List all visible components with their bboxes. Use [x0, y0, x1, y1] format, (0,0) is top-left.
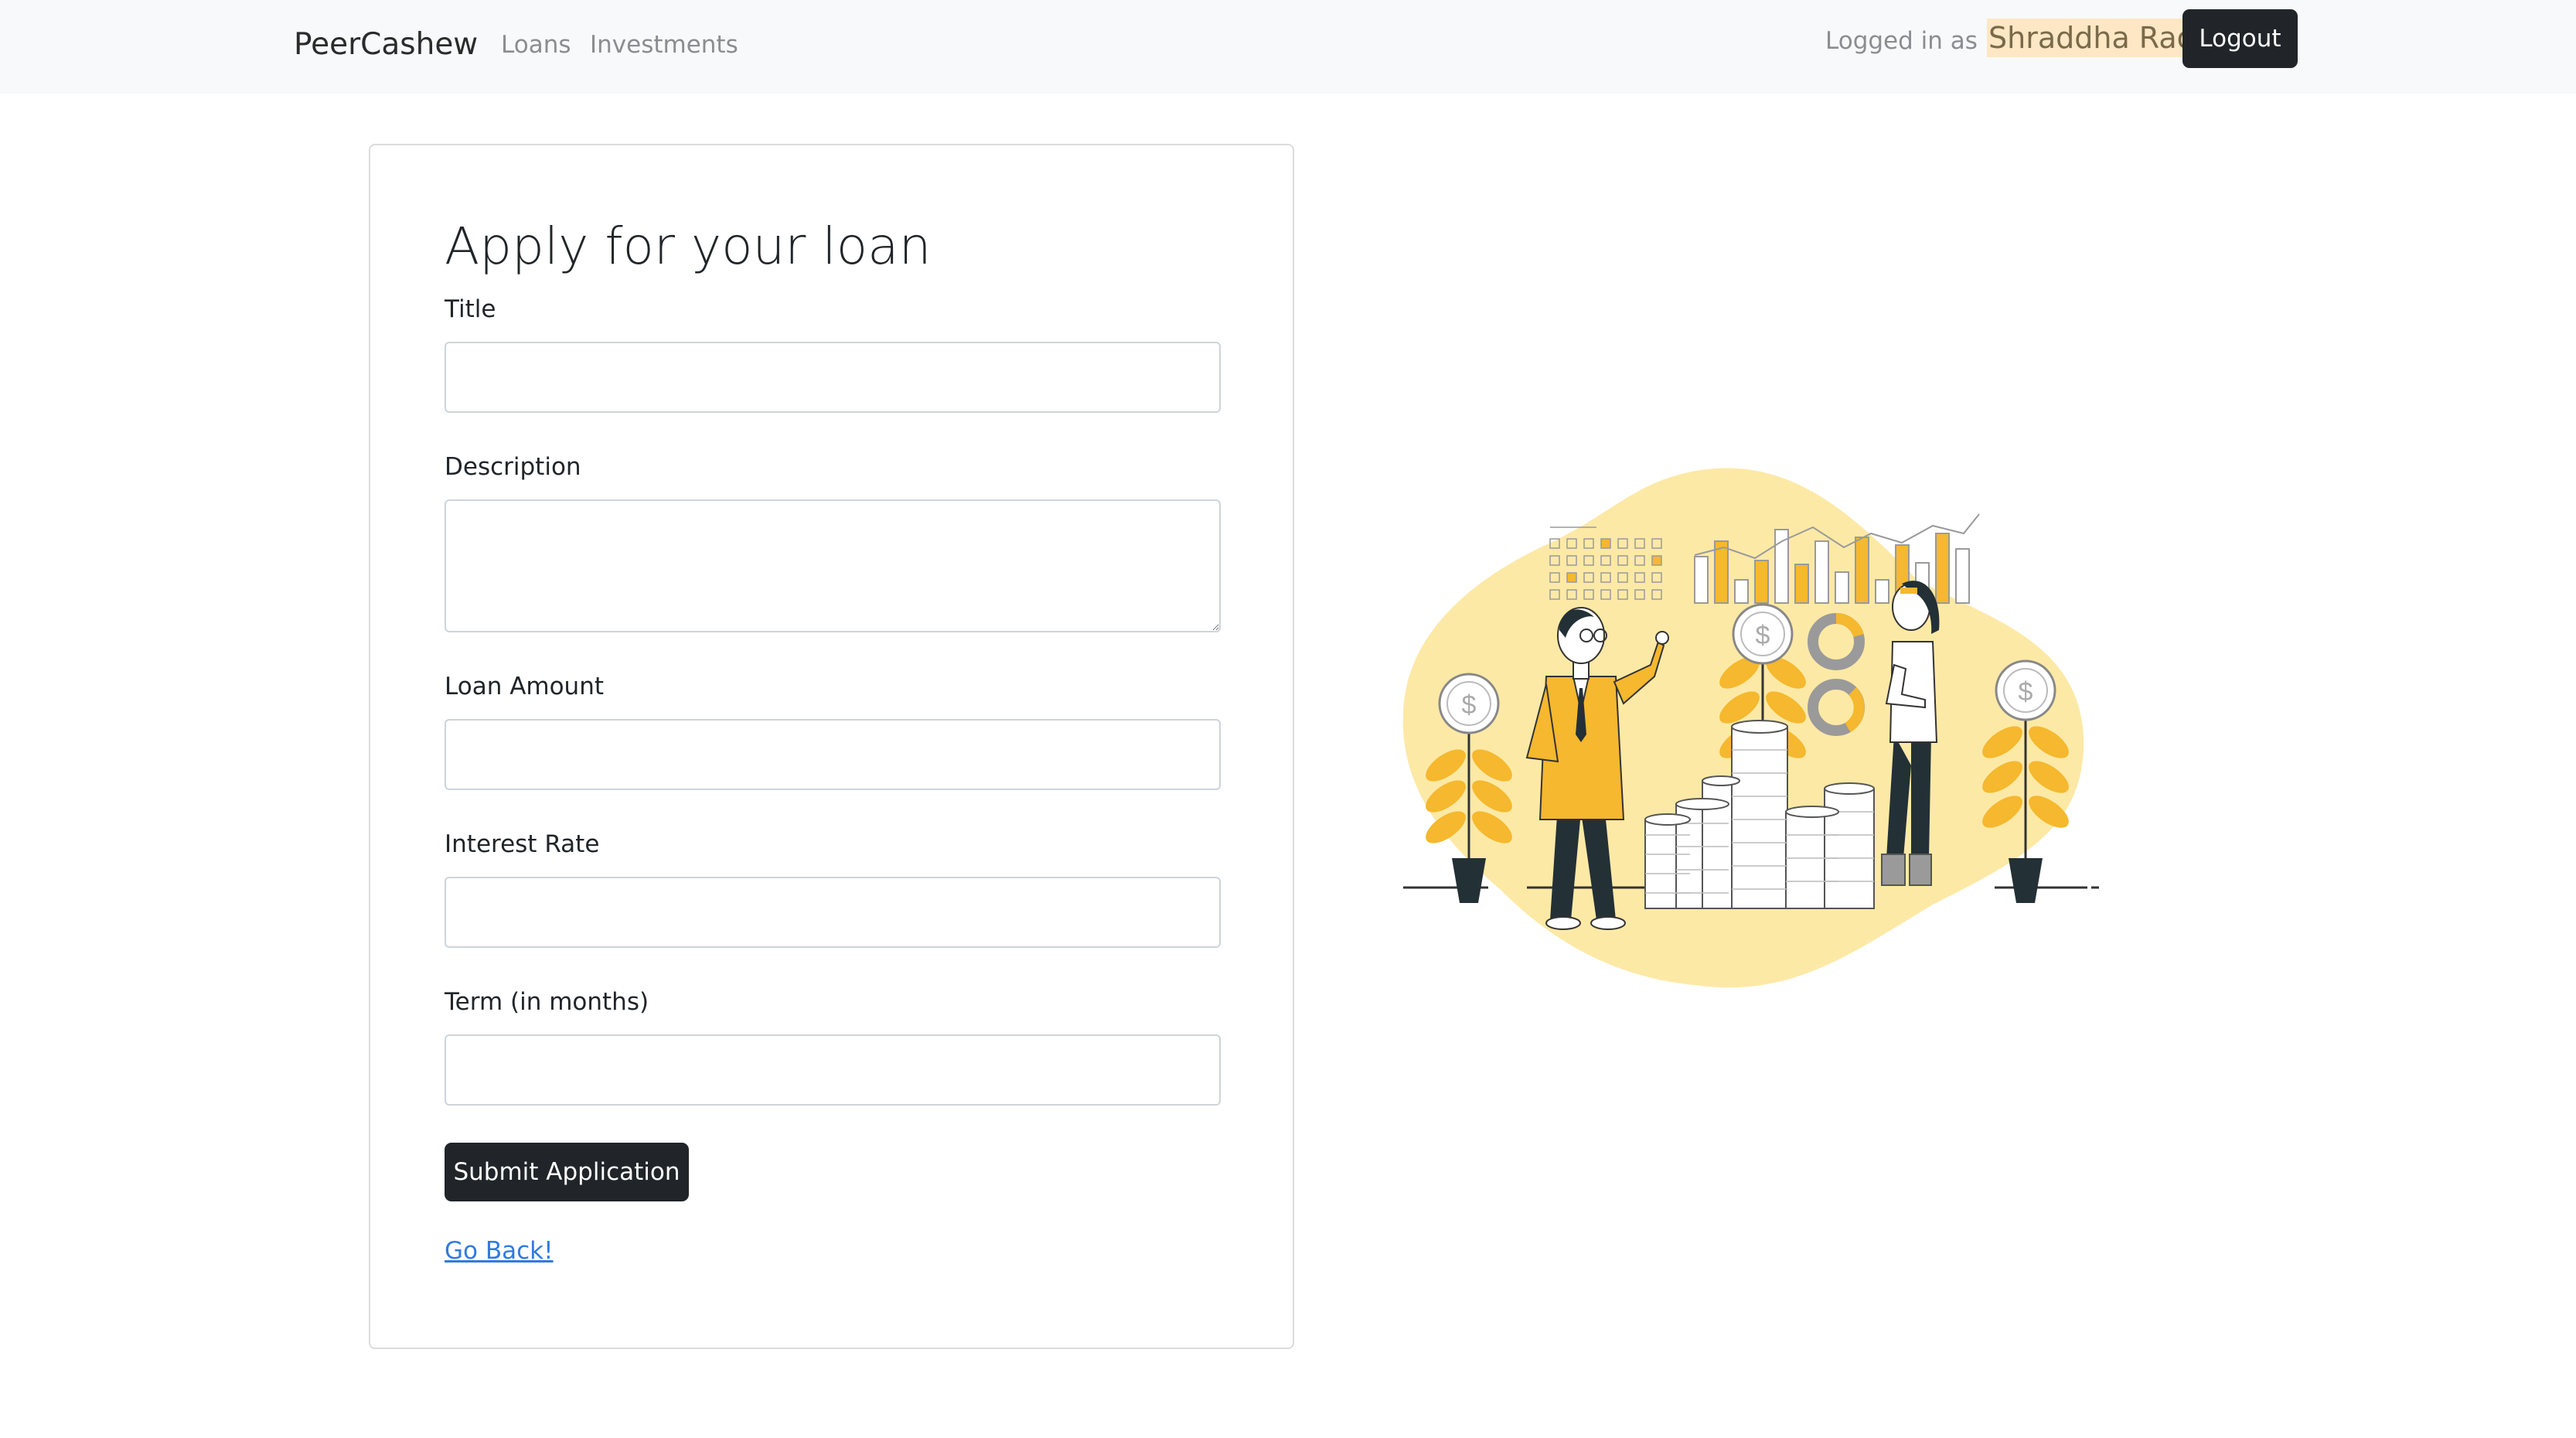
nav-link-investments[interactable]: Investments — [590, 28, 738, 62]
user-name: Shraddha Rao — [1987, 19, 2196, 57]
svg-text:$: $ — [1462, 690, 1477, 720]
interest-rate-label: Interest Rate — [445, 830, 600, 858]
description-textarea[interactable] — [445, 499, 1221, 632]
term-label: Term (in months) — [445, 988, 649, 1016]
svg-text:$: $ — [2019, 677, 2033, 707]
interest-rate-input[interactable] — [445, 877, 1221, 948]
logout-button[interactable]: Logout — [2182, 9, 2298, 68]
top-navbar: PeerCashew Loans Investments Logged in a… — [0, 0, 2576, 94]
svg-text:$: $ — [1756, 621, 1770, 650]
finance-investment-illustration: $ $ $ — [1402, 468, 2099, 988]
nav-link-loans[interactable]: Loans — [501, 28, 571, 62]
title-label: Title — [445, 295, 496, 323]
brand-logo-link[interactable]: PeerCashew — [294, 23, 478, 66]
logged-in-label: Logged in as — [1825, 27, 1978, 55]
go-back-link[interactable]: Go Back! — [445, 1235, 554, 1266]
loan-amount-input[interactable] — [445, 719, 1221, 790]
submit-application-button[interactable]: Submit Application — [445, 1143, 689, 1201]
page-title: Apply for your loan — [445, 216, 932, 276]
title-input[interactable] — [445, 342, 1221, 413]
term-input[interactable] — [445, 1034, 1221, 1106]
loan-amount-label: Loan Amount — [445, 673, 605, 700]
loan-application-card: Apply for your loan Title Description Lo… — [369, 144, 1294, 1349]
description-label: Description — [445, 453, 581, 481]
